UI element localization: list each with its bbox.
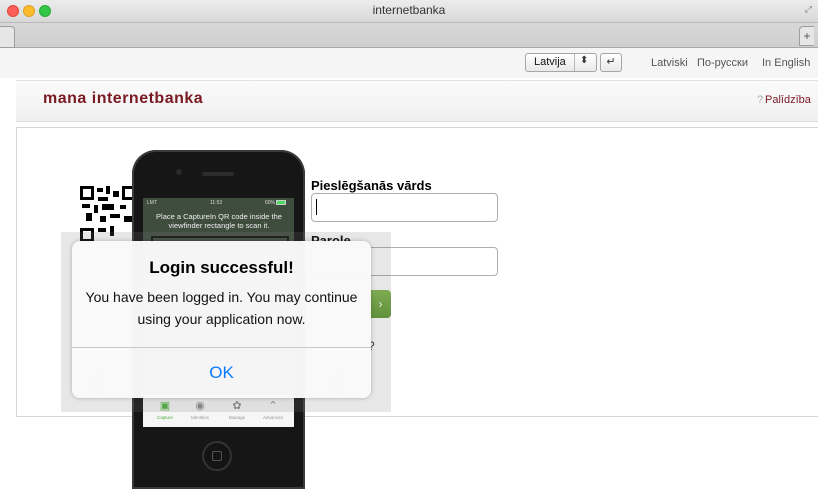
scan-instructions: Place a CaptureIn QR code inside the vie… [156,212,282,230]
qr-module [120,205,126,209]
alert-title: Login successful! [149,258,294,277]
tab-overflow[interactable] [0,26,15,48]
window-title: internetbanka [372,3,446,17]
qr-module [97,188,103,192]
front-camera [176,169,182,175]
country-go-button[interactable]: ↵ [600,53,622,72]
qr-module [106,186,110,194]
manage-tab-label[interactable]: Manage [224,415,250,420]
text-caret [316,199,317,215]
qr-module [94,205,98,213]
qr-module [82,204,90,208]
qr-finder [80,186,94,200]
country-select-divider [574,54,575,71]
bank-logo[interactable]: mana internetbanka [43,90,203,108]
lang-russian-link[interactable]: По-русски [697,57,748,69]
home-square-icon [212,451,222,461]
phone-speaker [202,172,234,176]
status-carrier: LMT [147,200,157,206]
qr-module [113,191,119,197]
username-label: Pieslēgšanās vārds [311,178,432,193]
username-input[interactable] [311,193,498,222]
qr-module [124,216,132,222]
qr-module [98,197,108,201]
help-link[interactable]: Palīdzība [765,94,811,106]
qr-module [100,216,106,222]
status-battery-percent: 60% [265,200,276,206]
identities-tab-label[interactable]: Identities [187,415,213,420]
capture-tab-label[interactable]: Capture [152,415,178,420]
new-tab-button[interactable]: + [799,26,814,46]
lang-latvian-link[interactable]: Latviski [651,57,688,69]
help-question-icon: ? [757,94,764,106]
language-strip [0,48,818,78]
fullscreen-icon[interactable]: ⤢ [805,4,812,15]
tab-bar [0,23,818,48]
advanced-tab-label[interactable]: Advanced [260,415,286,420]
battery-icon [276,200,286,205]
qr-module [102,204,114,210]
alert-ok-button[interactable]: OK [72,348,371,397]
status-time: 11:53 [210,200,223,206]
select-arrows-icon[interactable]: ⬍ [580,55,588,66]
qr-module [86,213,92,221]
lang-english-link[interactable]: In English [762,57,810,69]
alert-message: You have been logged in. You may continu… [85,289,358,327]
qr-module [110,214,120,218]
